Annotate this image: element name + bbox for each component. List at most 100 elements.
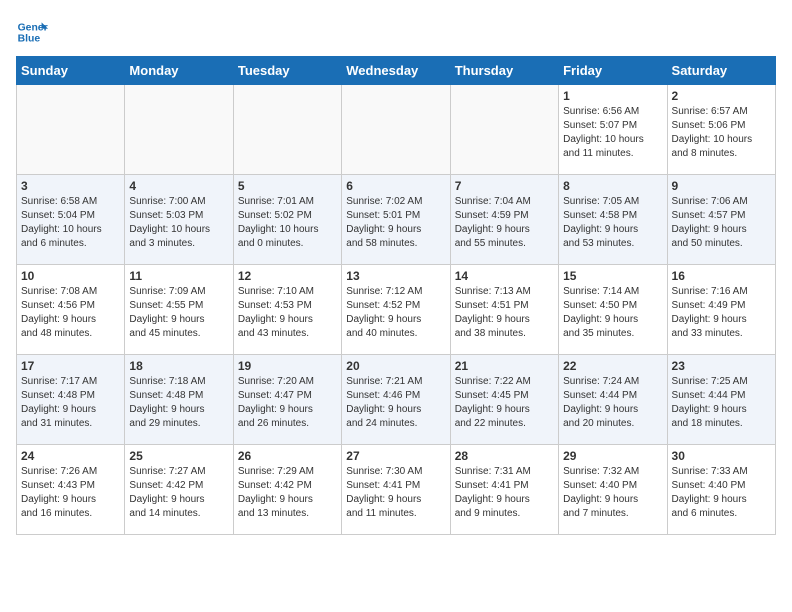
day-of-week-header: Tuesday xyxy=(233,57,341,85)
day-of-week-header: Friday xyxy=(559,57,667,85)
day-number: 24 xyxy=(21,449,120,463)
calendar-week-row: 17 Sunrise: 7:17 AMSunset: 4:48 PMDayligh… xyxy=(17,355,776,445)
calendar-cell: 11 Sunrise: 7:09 AMSunset: 4:55 PMDayligh… xyxy=(125,265,233,355)
day-info: Sunrise: 7:33 AMSunset: 4:40 PMDaylight:… xyxy=(672,465,771,521)
day-number: 20 xyxy=(346,359,445,373)
day-number: 15 xyxy=(563,269,662,283)
day-number: 13 xyxy=(346,269,445,283)
day-number: 17 xyxy=(21,359,120,373)
day-of-week-header: Sunday xyxy=(17,57,125,85)
day-number: 2 xyxy=(672,89,771,103)
calendar-cell: 2 Sunrise: 6:57 AMSunset: 5:06 PMDaylight… xyxy=(667,85,775,175)
day-info: Sunrise: 7:00 AMSunset: 5:03 PMDaylight:… xyxy=(129,195,228,251)
page-header: General Blue xyxy=(16,16,776,48)
calendar-cell: 1 Sunrise: 6:56 AMSunset: 5:07 PMDaylight… xyxy=(559,85,667,175)
day-info: Sunrise: 7:10 AMSunset: 4:53 PMDaylight:… xyxy=(238,285,337,341)
calendar-cell xyxy=(450,85,558,175)
calendar-cell: 23 Sunrise: 7:25 AMSunset: 4:44 PMDayligh… xyxy=(667,355,775,445)
calendar-cell: 9 Sunrise: 7:06 AMSunset: 4:57 PMDaylight… xyxy=(667,175,775,265)
calendar-cell: 5 Sunrise: 7:01 AMSunset: 5:02 PMDaylight… xyxy=(233,175,341,265)
calendar-cell: 7Sunrise: 7:04 AMSunset: 4:59 PMDaylight… xyxy=(450,175,558,265)
logo-icon: General Blue xyxy=(16,16,48,48)
day-number: 26 xyxy=(238,449,337,463)
day-info: Sunrise: 7:17 AMSunset: 4:48 PMDaylight:… xyxy=(21,375,120,431)
day-info: Sunrise: 6:57 AMSunset: 5:06 PMDaylight:… xyxy=(672,105,771,161)
day-info: Sunrise: 7:02 AMSunset: 5:01 PMDaylight:… xyxy=(346,195,445,251)
day-info: Sunrise: 7:24 AMSunset: 4:44 PMDaylight:… xyxy=(563,375,662,431)
calendar-cell: 19Sunrise: 7:20 AMSunset: 4:47 PMDayligh… xyxy=(233,355,341,445)
calendar-week-row: 10 Sunrise: 7:08 AMSunset: 4:56 PMDayligh… xyxy=(17,265,776,355)
calendar-cell: 29 Sunrise: 7:32 AMSunset: 4:40 PMDayligh… xyxy=(559,445,667,535)
day-number: 28 xyxy=(455,449,554,463)
calendar-cell: 15 Sunrise: 7:14 AMSunset: 4:50 PMDayligh… xyxy=(559,265,667,355)
day-info: Sunrise: 7:26 AMSunset: 4:43 PMDaylight:… xyxy=(21,465,120,521)
calendar-cell: 20 Sunrise: 7:21 AMSunset: 4:46 PMDayligh… xyxy=(342,355,450,445)
day-info: Sunrise: 7:01 AMSunset: 5:02 PMDaylight:… xyxy=(238,195,337,251)
day-number: 4 xyxy=(129,179,228,193)
calendar-cell xyxy=(233,85,341,175)
calendar-table: SundayMondayTuesdayWednesdayThursdayFrid… xyxy=(16,56,776,535)
day-of-week-header: Wednesday xyxy=(342,57,450,85)
calendar-header-row: SundayMondayTuesdayWednesdayThursdayFrid… xyxy=(17,57,776,85)
day-info: Sunrise: 7:14 AMSunset: 4:50 PMDaylight:… xyxy=(563,285,662,341)
day-number: 30 xyxy=(672,449,771,463)
day-info: Sunrise: 7:22 AMSunset: 4:45 PMDaylight:… xyxy=(455,375,554,431)
calendar-cell: 16 Sunrise: 7:16 AMSunset: 4:49 PMDayligh… xyxy=(667,265,775,355)
day-info: Sunrise: 7:31 AMSunset: 4:41 PMDaylight:… xyxy=(455,465,554,521)
day-info: Sunrise: 7:08 AMSunset: 4:56 PMDaylight:… xyxy=(21,285,120,341)
calendar-cell: 13 Sunrise: 7:12 AMSunset: 4:52 PMDayligh… xyxy=(342,265,450,355)
calendar-week-row: 1 Sunrise: 6:56 AMSunset: 5:07 PMDaylight… xyxy=(17,85,776,175)
day-number: 29 xyxy=(563,449,662,463)
calendar-cell: 10 Sunrise: 7:08 AMSunset: 4:56 PMDayligh… xyxy=(17,265,125,355)
calendar-cell: 6 Sunrise: 7:02 AMSunset: 5:01 PMDaylight… xyxy=(342,175,450,265)
calendar-cell: 12Sunrise: 7:10 AMSunset: 4:53 PMDayligh… xyxy=(233,265,341,355)
day-number: 14 xyxy=(455,269,554,283)
calendar-cell: 24 Sunrise: 7:26 AMSunset: 4:43 PMDayligh… xyxy=(17,445,125,535)
calendar-cell: 26 Sunrise: 7:29 AMSunset: 4:42 PMDayligh… xyxy=(233,445,341,535)
calendar-cell xyxy=(17,85,125,175)
day-of-week-header: Monday xyxy=(125,57,233,85)
calendar-cell: 8 Sunrise: 7:05 AMSunset: 4:58 PMDaylight… xyxy=(559,175,667,265)
day-number: 1 xyxy=(563,89,662,103)
day-info: Sunrise: 7:09 AMSunset: 4:55 PMDaylight:… xyxy=(129,285,228,341)
day-info: Sunrise: 6:56 AMSunset: 5:07 PMDaylight:… xyxy=(563,105,662,161)
day-info: Sunrise: 7:25 AMSunset: 4:44 PMDaylight:… xyxy=(672,375,771,431)
day-number: 23 xyxy=(672,359,771,373)
day-number: 9 xyxy=(672,179,771,193)
day-number: 16 xyxy=(672,269,771,283)
day-info: Sunrise: 7:05 AMSunset: 4:58 PMDaylight:… xyxy=(563,195,662,251)
calendar-cell: 21 Sunrise: 7:22 AMSunset: 4:45 PMDayligh… xyxy=(450,355,558,445)
day-number: 6 xyxy=(346,179,445,193)
calendar-cell: 27Sunrise: 7:30 AMSunset: 4:41 PMDayligh… xyxy=(342,445,450,535)
day-number: 18 xyxy=(129,359,228,373)
day-info: Sunrise: 7:29 AMSunset: 4:42 PMDaylight:… xyxy=(238,465,337,521)
day-number: 11 xyxy=(129,269,228,283)
day-info: Sunrise: 7:30 AMSunset: 4:41 PMDaylight:… xyxy=(346,465,445,521)
calendar-cell: 14 Sunrise: 7:13 AMSunset: 4:51 PMDayligh… xyxy=(450,265,558,355)
day-of-week-header: Saturday xyxy=(667,57,775,85)
svg-text:Blue: Blue xyxy=(18,34,41,45)
calendar-cell: 25Sunrise: 7:27 AMSunset: 4:42 PMDayligh… xyxy=(125,445,233,535)
day-info: Sunrise: 7:06 AMSunset: 4:57 PMDaylight:… xyxy=(672,195,771,251)
day-info: Sunrise: 7:21 AMSunset: 4:46 PMDaylight:… xyxy=(346,375,445,431)
day-info: Sunrise: 7:12 AMSunset: 4:52 PMDaylight:… xyxy=(346,285,445,341)
day-info: Sunrise: 7:20 AMSunset: 4:47 PMDaylight:… xyxy=(238,375,337,431)
day-info: Sunrise: 7:27 AMSunset: 4:42 PMDaylight:… xyxy=(129,465,228,521)
day-number: 5 xyxy=(238,179,337,193)
day-number: 21 xyxy=(455,359,554,373)
calendar-cell xyxy=(342,85,450,175)
calendar-cell: 28 Sunrise: 7:31 AMSunset: 4:41 PMDayligh… xyxy=(450,445,558,535)
day-number: 10 xyxy=(21,269,120,283)
day-info: Sunrise: 7:04 AMSunset: 4:59 PMDaylight:… xyxy=(455,195,554,251)
day-info: Sunrise: 7:16 AMSunset: 4:49 PMDaylight:… xyxy=(672,285,771,341)
day-info: Sunrise: 6:58 AMSunset: 5:04 PMDaylight:… xyxy=(21,195,120,251)
calendar-cell: 3Sunrise: 6:58 AMSunset: 5:04 PMDaylight… xyxy=(17,175,125,265)
calendar-cell: 22Sunrise: 7:24 AMSunset: 4:44 PMDayligh… xyxy=(559,355,667,445)
calendar-cell: 4 Sunrise: 7:00 AMSunset: 5:03 PMDaylight… xyxy=(125,175,233,265)
day-number: 8 xyxy=(563,179,662,193)
day-info: Sunrise: 7:32 AMSunset: 4:40 PMDaylight:… xyxy=(563,465,662,521)
calendar-cell: 18Sunrise: 7:18 AMSunset: 4:48 PMDayligh… xyxy=(125,355,233,445)
day-info: Sunrise: 7:13 AMSunset: 4:51 PMDaylight:… xyxy=(455,285,554,341)
calendar-cell: 17 Sunrise: 7:17 AMSunset: 4:48 PMDayligh… xyxy=(17,355,125,445)
day-of-week-header: Thursday xyxy=(450,57,558,85)
